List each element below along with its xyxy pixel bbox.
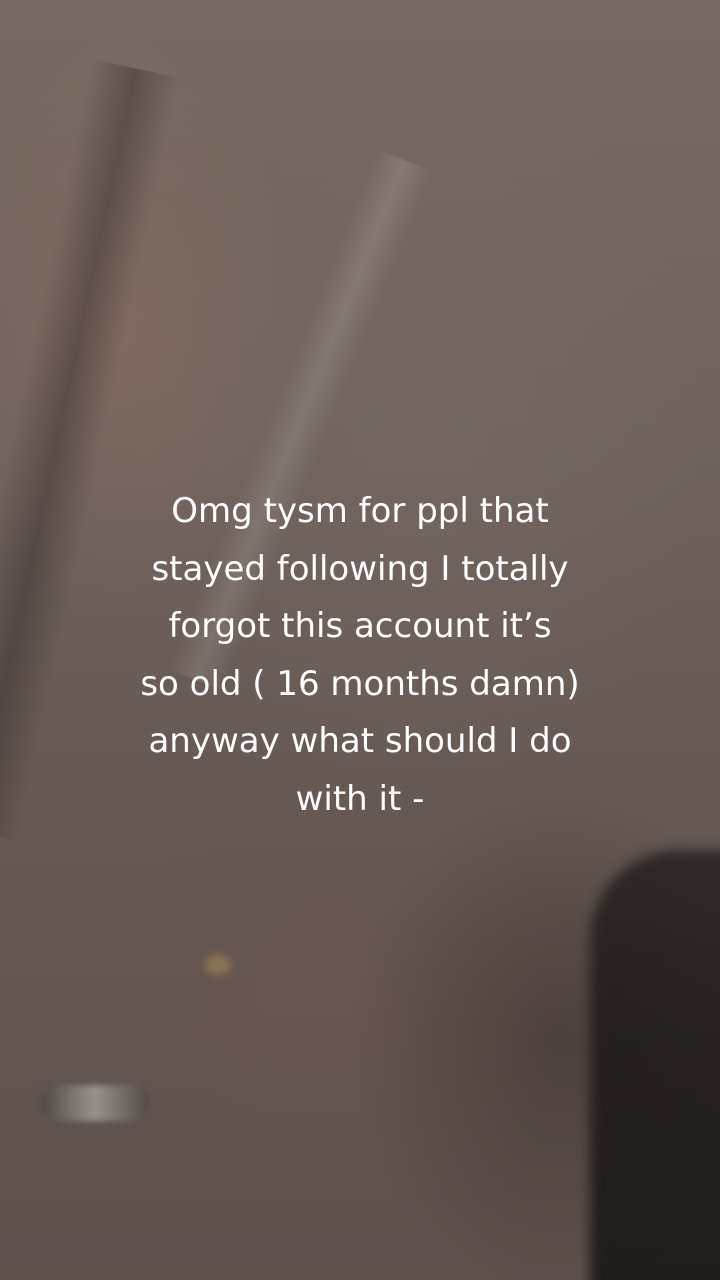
caption-line: forgot this account it’s (168, 606, 552, 647)
text-overlay-caption: Omg tysm for ppl that stayed following I… (60, 483, 660, 829)
background-handle (40, 1085, 150, 1121)
caption-line: with it - (295, 778, 425, 819)
caption-line: stayed following I totally (151, 548, 569, 589)
caption-line: Omg tysm for ppl that (171, 491, 549, 531)
caption-line: so old ( 16 months damn) (140, 663, 580, 704)
background-light-spot (205, 955, 231, 975)
caption-line: anyway what should I do (148, 721, 572, 762)
video-frame[interactable]: Omg tysm for ppl that stayed following I… (0, 0, 720, 1280)
background-dark-object (590, 850, 720, 1280)
